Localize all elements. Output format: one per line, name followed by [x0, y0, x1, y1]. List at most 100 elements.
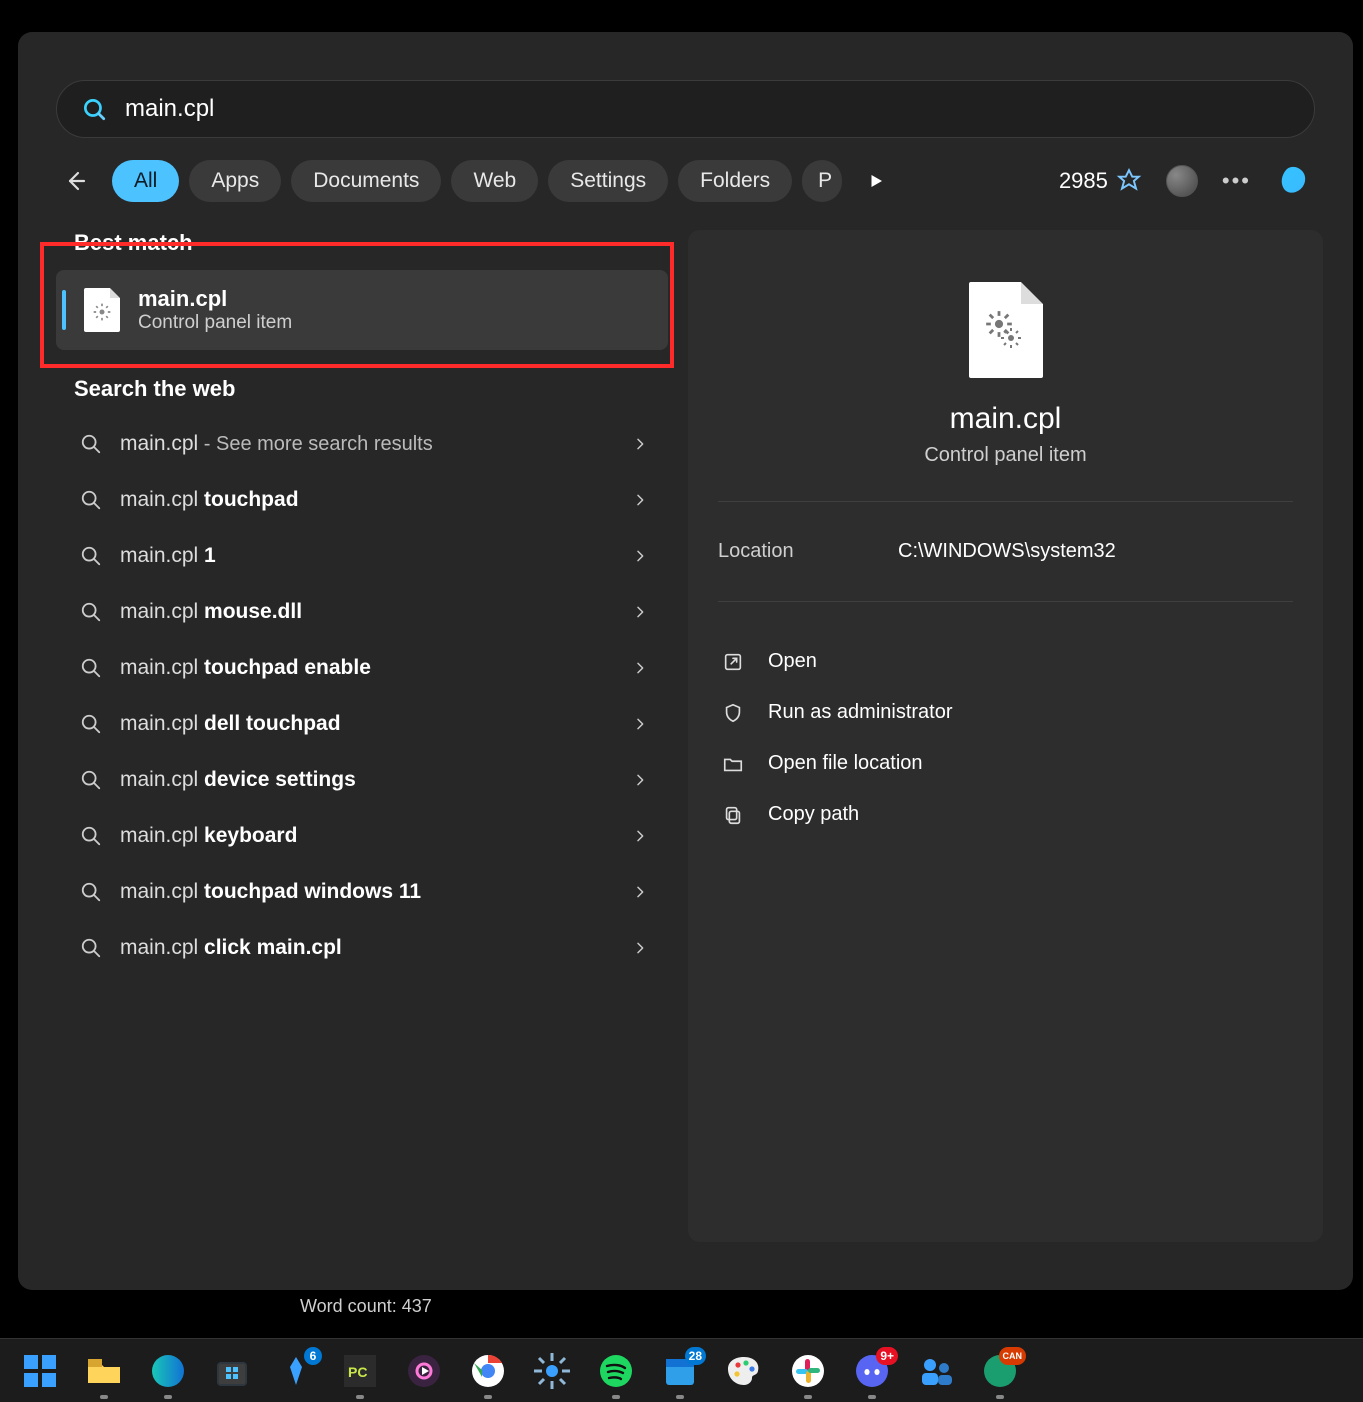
- taskbar-slack[interactable]: [788, 1351, 828, 1391]
- action-label: Copy path: [768, 803, 859, 826]
- taskbar-store[interactable]: [212, 1351, 252, 1391]
- preview-pane: main.cpl Control panel item Location C:\…: [688, 230, 1323, 1242]
- web-result[interactable]: main.cpl keyboard: [56, 808, 668, 864]
- web-result-text: main.cpl click main.cpl: [120, 936, 342, 960]
- search-web-label: Search the web: [74, 376, 668, 402]
- search-input[interactable]: [125, 95, 1290, 123]
- web-result[interactable]: main.cpl mouse.dll: [56, 584, 668, 640]
- web-result[interactable]: main.cpl device settings: [56, 752, 668, 808]
- taskbar: 6 PC 28 9+ CAN: [0, 1338, 1363, 1402]
- action-open-location[interactable]: Open file location: [718, 738, 1293, 789]
- gear-icon: [532, 1351, 572, 1391]
- taskbar-teams[interactable]: 28: [660, 1351, 700, 1391]
- taskbar-discord[interactable]: 9+: [852, 1351, 892, 1391]
- web-result[interactable]: main.cpl click main.cpl: [56, 920, 668, 976]
- search-icon: [80, 937, 102, 959]
- filter-web[interactable]: Web: [451, 160, 538, 202]
- filter-folders[interactable]: Folders: [678, 160, 792, 202]
- taskbar-weather[interactable]: 6: [276, 1351, 316, 1391]
- selection-accent: [62, 290, 66, 330]
- best-match-subtitle: Control panel item: [138, 312, 292, 334]
- header-right: 2985 •••: [1059, 161, 1315, 201]
- search-icon: [80, 657, 102, 679]
- search-icon: [80, 881, 102, 903]
- scroll-filters-button[interactable]: [858, 163, 894, 199]
- chevron-right-icon: [632, 940, 648, 956]
- chevron-right-icon: [632, 884, 648, 900]
- web-result-text: main.cpl dell touchpad: [120, 712, 341, 736]
- chevron-right-icon: [632, 548, 648, 564]
- best-match-item[interactable]: main.cpl Control panel item: [56, 270, 668, 350]
- best-match-text: main.cpl Control panel item: [138, 286, 292, 334]
- web-result-text: main.cpl touchpad enable: [120, 656, 371, 680]
- start-button[interactable]: [20, 1351, 60, 1391]
- lang-badge: CAN: [999, 1347, 1027, 1365]
- web-result[interactable]: main.cpl 1: [56, 528, 668, 584]
- search-icon: [80, 769, 102, 791]
- filter-all[interactable]: All: [112, 160, 179, 202]
- action-copy-path[interactable]: Copy path: [718, 789, 1293, 840]
- web-result[interactable]: main.cpl touchpad windows 11: [56, 864, 668, 920]
- people-icon: [916, 1351, 956, 1391]
- action-label: Open file location: [768, 752, 923, 775]
- search-icon: [80, 601, 102, 623]
- search-icon: [80, 545, 102, 567]
- back-button[interactable]: [56, 162, 94, 200]
- taskbar-edge[interactable]: [148, 1351, 188, 1391]
- filter-apps[interactable]: Apps: [189, 160, 281, 202]
- web-result[interactable]: main.cpl touchpad: [56, 472, 668, 528]
- copilot-icon[interactable]: [1275, 161, 1315, 201]
- web-result-text: main.cpl device settings: [120, 768, 356, 792]
- web-result[interactable]: main.cpl touchpad enable: [56, 640, 668, 696]
- web-result[interactable]: main.cpl - See more search results: [56, 416, 668, 472]
- folder-icon: [84, 1351, 124, 1391]
- arrow-left-icon: [63, 169, 87, 193]
- web-result[interactable]: main.cpl dell touchpad: [56, 696, 668, 752]
- svg-text:PC: PC: [348, 1364, 367, 1380]
- word-count-strip: Word count: 437: [300, 1296, 432, 1317]
- start-search-panel: All Apps Documents Web Settings Folders …: [18, 32, 1353, 1290]
- taskbar-paint[interactable]: [724, 1351, 764, 1391]
- taskbar-explorer[interactable]: [84, 1351, 124, 1391]
- discord-badge: 9+: [876, 1347, 898, 1365]
- chevron-right-icon: [632, 772, 648, 788]
- pycharm-icon: PC: [340, 1351, 380, 1391]
- search-body: Best match main.cpl Control panel item S…: [56, 230, 1323, 1242]
- search-box[interactable]: [56, 80, 1315, 138]
- location-label: Location: [718, 540, 818, 563]
- more-options[interactable]: •••: [1222, 168, 1251, 194]
- web-result-text: main.cpl - See more search results: [120, 432, 433, 456]
- play-icon: [867, 172, 885, 190]
- teams-badge: 28: [685, 1347, 706, 1365]
- divider: [718, 601, 1293, 602]
- search-icon: [81, 96, 107, 122]
- points-value: 2985: [1059, 168, 1108, 194]
- media-player-icon: [404, 1351, 444, 1391]
- search-icon: [80, 825, 102, 847]
- taskbar-pycharm[interactable]: PC: [340, 1351, 380, 1391]
- chevron-right-icon: [632, 716, 648, 732]
- preview-subtitle: Control panel item: [718, 444, 1293, 467]
- palette-icon: [724, 1351, 764, 1391]
- preview-title: main.cpl: [718, 402, 1293, 436]
- filter-settings[interactable]: Settings: [548, 160, 668, 202]
- gear-icon: [999, 326, 1023, 350]
- taskbar-edge-canary[interactable]: CAN: [980, 1351, 1020, 1391]
- web-result-text: main.cpl touchpad windows 11: [120, 880, 421, 904]
- taskbar-settings[interactable]: [532, 1351, 572, 1391]
- open-icon: [722, 651, 744, 673]
- divider: [718, 501, 1293, 502]
- action-open[interactable]: Open: [718, 636, 1293, 687]
- filter-overflow[interactable]: P: [802, 160, 842, 202]
- taskbar-spotify[interactable]: [596, 1351, 636, 1391]
- taskbar-people[interactable]: [916, 1351, 956, 1391]
- taskbar-chrome[interactable]: [468, 1351, 508, 1391]
- chevron-right-icon: [632, 828, 648, 844]
- taskbar-media[interactable]: [404, 1351, 444, 1391]
- rewards-points[interactable]: 2985: [1059, 168, 1142, 194]
- user-avatar[interactable]: [1166, 165, 1198, 197]
- filter-documents[interactable]: Documents: [291, 160, 441, 202]
- chevron-right-icon: [632, 436, 648, 452]
- search-icon: [80, 489, 102, 511]
- action-run-admin[interactable]: Run as administrator: [718, 687, 1293, 738]
